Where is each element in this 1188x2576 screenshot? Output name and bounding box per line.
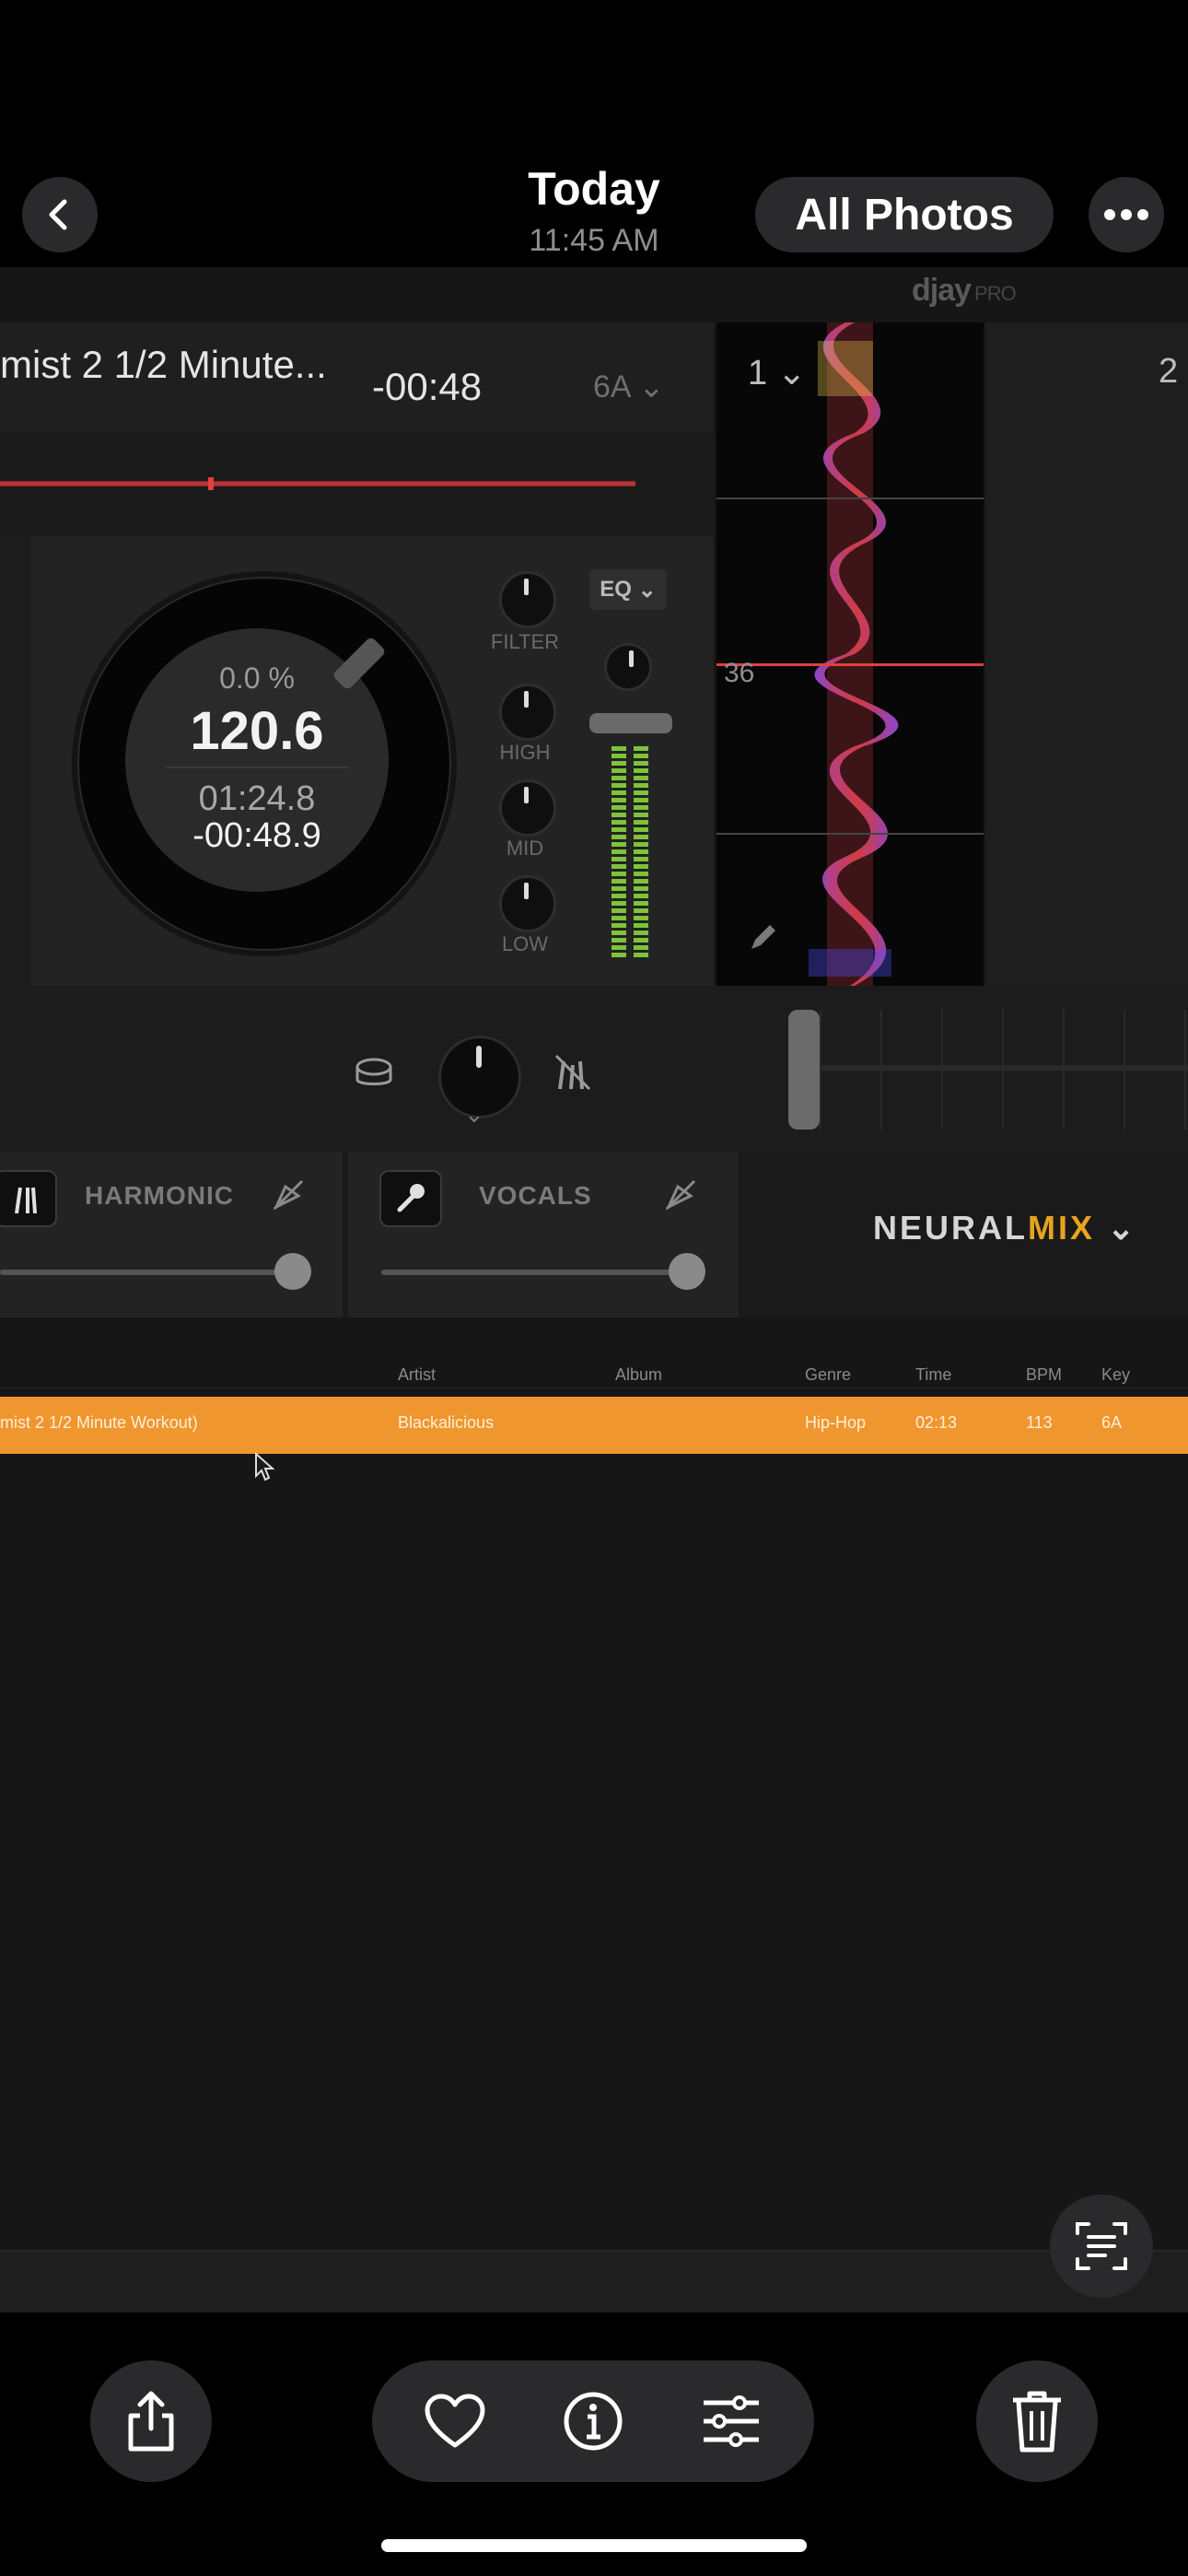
filter-knob[interactable] <box>499 571 556 628</box>
column-album[interactable]: Album <box>615 1365 662 1385</box>
harmonic-slider-track[interactable] <box>0 1270 295 1275</box>
favorite-button[interactable] <box>400 2360 510 2482</box>
low-knob[interactable] <box>499 875 556 932</box>
deck1-remaining-precise: -00:48.9 <box>192 816 321 855</box>
high-label: HIGH <box>499 741 551 764</box>
crossfader-track <box>820 1065 1188 1071</box>
channel-fader[interactable] <box>589 713 672 733</box>
info-icon <box>564 2392 623 2451</box>
neural-mix-menu[interactable]: NEURALMIX ⌄ <box>873 1209 1137 1247</box>
library-footer <box>0 2250 1188 2313</box>
column-artist[interactable]: Artist <box>398 1365 436 1385</box>
harmonic-label: HARMONIC <box>85 1181 234 1210</box>
ellipsis-icon <box>1104 209 1148 220</box>
column-key[interactable]: Key <box>1101 1365 1130 1385</box>
deck1-bpm: 120.6 <box>190 701 324 761</box>
drums-icon[interactable] <box>354 1052 394 1093</box>
waveform-deck-number[interactable]: 1 ⌄ <box>748 352 807 393</box>
row-genre: Hip-Hop <box>805 1413 867 1432</box>
waveform-beat-marker: 36 <box>724 658 755 688</box>
low-label: LOW <box>501 932 549 955</box>
vertical-waveform <box>716 322 984 986</box>
level-meter-right <box>634 746 648 958</box>
deck1-key[interactable]: 6A ⌄ <box>593 369 665 405</box>
guitar-icon <box>15 1187 37 1214</box>
deck2-number: 2 <box>1159 352 1179 391</box>
gain-knob[interactable] <box>604 643 652 691</box>
row-artist: Blackalicious <box>398 1413 495 1432</box>
column-time[interactable]: Time <box>915 1365 951 1385</box>
deck1-overview-waveform[interactable] <box>0 477 635 490</box>
row-time: 02:13 <box>915 1413 958 1432</box>
instruments-muted-icon[interactable] <box>553 1052 593 1093</box>
vocals-stem-button[interactable] <box>379 1170 442 1227</box>
row-key: 6A <box>1101 1413 1123 1432</box>
mid-label: MID <box>506 837 544 860</box>
info-button[interactable] <box>538 2360 648 2482</box>
deck1-elapsed: 01:24.8 <box>198 779 316 818</box>
live-text-button[interactable] <box>1050 2195 1153 2298</box>
filter-label: FILTER <box>490 630 560 653</box>
high-knob[interactable] <box>499 684 556 741</box>
share-icon <box>128 2391 174 2452</box>
all-photos-button[interactable]: All Photos <box>755 177 1054 252</box>
deck1-remaining: -00:48 <box>372 365 483 408</box>
vocals-slider-track[interactable] <box>381 1270 694 1275</box>
column-genre[interactable]: Genre <box>805 1365 851 1385</box>
library-header <box>0 1354 1188 1388</box>
more-button[interactable] <box>1089 177 1164 252</box>
chevron-down-icon[interactable]: ⌄ <box>464 1100 484 1129</box>
row-bpm: 113 <box>1026 1413 1053 1432</box>
sliders-icon <box>704 2395 759 2447</box>
mouse-cursor-icon <box>255 1452 274 1481</box>
vocals-label: VOCALS <box>479 1181 592 1210</box>
heart-icon <box>425 2394 485 2448</box>
trash-icon <box>1013 2391 1061 2453</box>
home-indicator[interactable] <box>381 2539 807 2552</box>
harmonic-stem-button[interactable] <box>0 1170 57 1227</box>
app-brand: djay PRO <box>912 273 1017 308</box>
eq-mode-button[interactable]: EQ ⌄ <box>589 569 667 610</box>
share-button[interactable] <box>90 2360 212 2482</box>
deck1-pitch: 0.0 % <box>219 662 295 695</box>
deck2-panel <box>985 322 1188 986</box>
deck1-track-title: mist 2 1/2 Minute... <box>0 343 327 386</box>
library-empty-area <box>0 1454 1188 2313</box>
vocals-mute-icon[interactable] <box>663 1177 698 1212</box>
live-text-icon <box>1076 2222 1127 2270</box>
edit-button[interactable] <box>676 2360 786 2482</box>
harmonic-mute-icon[interactable] <box>271 1177 306 1212</box>
photo-content: djay PRO mist 2 1/2 Minute... -00:48 6A ⌄… <box>0 267 1188 2313</box>
deck1-divider <box>166 767 350 768</box>
microphone-icon <box>397 1184 425 1212</box>
level-meter-left <box>611 746 626 958</box>
crossfader-handle[interactable] <box>788 1010 820 1130</box>
harmonic-slider-thumb[interactable] <box>274 1253 311 1290</box>
pencil-icon[interactable] <box>746 921 779 954</box>
vocals-slider-thumb[interactable] <box>669 1253 705 1290</box>
column-bpm[interactable]: BPM <box>1026 1365 1062 1385</box>
row-title: mist 2 1/2 Minute Workout) <box>0 1413 198 1432</box>
mid-knob[interactable] <box>499 779 556 837</box>
delete-button[interactable] <box>976 2360 1098 2482</box>
